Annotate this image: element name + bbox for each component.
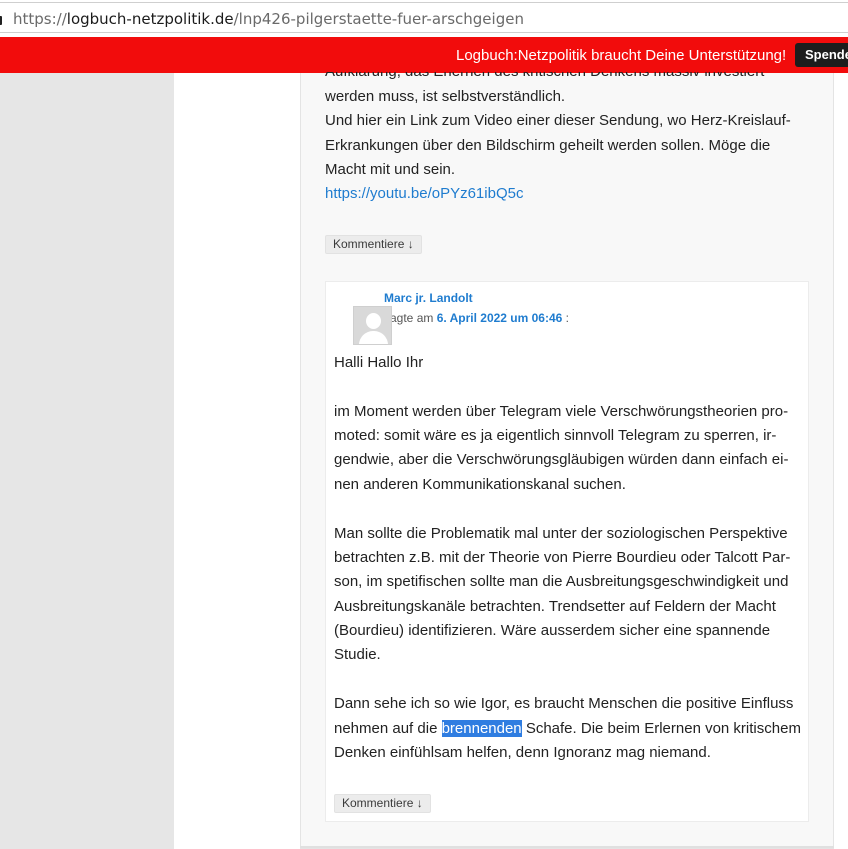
youtube-link[interactable]: https://youtu.be/oPYz61ibQ5c bbox=[325, 185, 523, 202]
reply-text-line: Ausbreitungskanäle betrachten. Trendsett… bbox=[334, 598, 776, 615]
url-text[interactable]: https://logbuch-netzpolitik.de/lnp426-pi… bbox=[13, 10, 524, 28]
reply-text-line: Denken einfühlsam helfen, denn Ignoranz … bbox=[334, 744, 711, 761]
avatar-body-shape bbox=[359, 331, 388, 344]
reply-text-line: im Moment werden über Telegram viele Ver… bbox=[334, 403, 789, 420]
comment-meta: sagte am 6. April 2022 um 06:46 : bbox=[384, 311, 569, 325]
reply-text-line: gendwie, aber die Verschwörungsgläubigen… bbox=[334, 451, 789, 468]
donate-button[interactable]: Spende bbox=[795, 43, 848, 67]
reply-text-line: moted: somit wäre es ja eigentlich sinnv… bbox=[334, 427, 777, 444]
reply-button[interactable]: Kommentiere ↓ bbox=[325, 235, 422, 254]
comment-text-line: Erkrankungen über den Bildschirm geheilt… bbox=[325, 137, 771, 154]
reply-text-line: Studie. bbox=[334, 646, 381, 663]
site-identity-icon[interactable] bbox=[0, 16, 2, 25]
said-suffix: : bbox=[565, 311, 570, 325]
banner-message: Logbuch:Netzpolitik braucht Deine Unters… bbox=[456, 47, 787, 64]
comment-date-link[interactable]: 6. April 2022 um 06:46 bbox=[437, 311, 563, 325]
url-path: /lnp426-pilgerstaette-fuer-arschgeigen bbox=[233, 10, 524, 28]
comment-text-line: Macht mit und sein. bbox=[325, 161, 456, 178]
comment-author-link[interactable]: Marc jr. Landolt bbox=[384, 291, 473, 305]
comment-text-line: werden muss, ist selbstverständlich. bbox=[325, 88, 566, 105]
reply-text-line: (Bourdieu) identifizieren. Wäre ausserde… bbox=[334, 622, 771, 639]
reply-text-line: Man sollte die Problematik mal unter der… bbox=[334, 525, 788, 542]
reply-text-line: betrachten z.B. mit der Theorie von Pier… bbox=[334, 549, 791, 566]
reply-greeting: Halli Hallo Ihr bbox=[334, 354, 424, 371]
reply-text-line: nen anderen Kommunikationskanal suchen. bbox=[334, 476, 626, 493]
sidebar-background bbox=[0, 73, 174, 849]
reply-text-segment: nehmen auf die bbox=[334, 720, 442, 737]
reply-text-line: nehmen auf die brennenden Schafe. Die be… bbox=[334, 717, 801, 741]
url-scheme: https:// bbox=[13, 10, 67, 28]
selected-text[interactable]: brennenden bbox=[441, 720, 522, 737]
reply-text-line: Dann sehe ich so wie Igor, es braucht Me… bbox=[334, 695, 794, 712]
reply-button[interactable]: Kommentiere ↓ bbox=[334, 794, 431, 813]
card-bottom-border bbox=[300, 846, 834, 848]
url-host: logbuch-netzpolitik.de bbox=[66, 10, 234, 28]
comment-text-line: Und hier ein Link zum Video einer dieser… bbox=[325, 112, 791, 129]
avatar bbox=[353, 306, 392, 345]
reply-text-line: son, im spetifischen sollte man die Ausb… bbox=[334, 573, 789, 590]
avatar-head-shape bbox=[366, 313, 381, 329]
browser-toolbar: https://logbuch-netzpolitik.de/lnp426-pi… bbox=[0, 0, 848, 36]
reply-text-segment: Schafe. Die beim Erlernen von kritischem bbox=[521, 720, 801, 737]
address-bar[interactable]: https://logbuch-netzpolitik.de/lnp426-pi… bbox=[0, 2, 848, 33]
donation-banner: Logbuch:Netzpolitik braucht Deine Unters… bbox=[0, 37, 848, 73]
